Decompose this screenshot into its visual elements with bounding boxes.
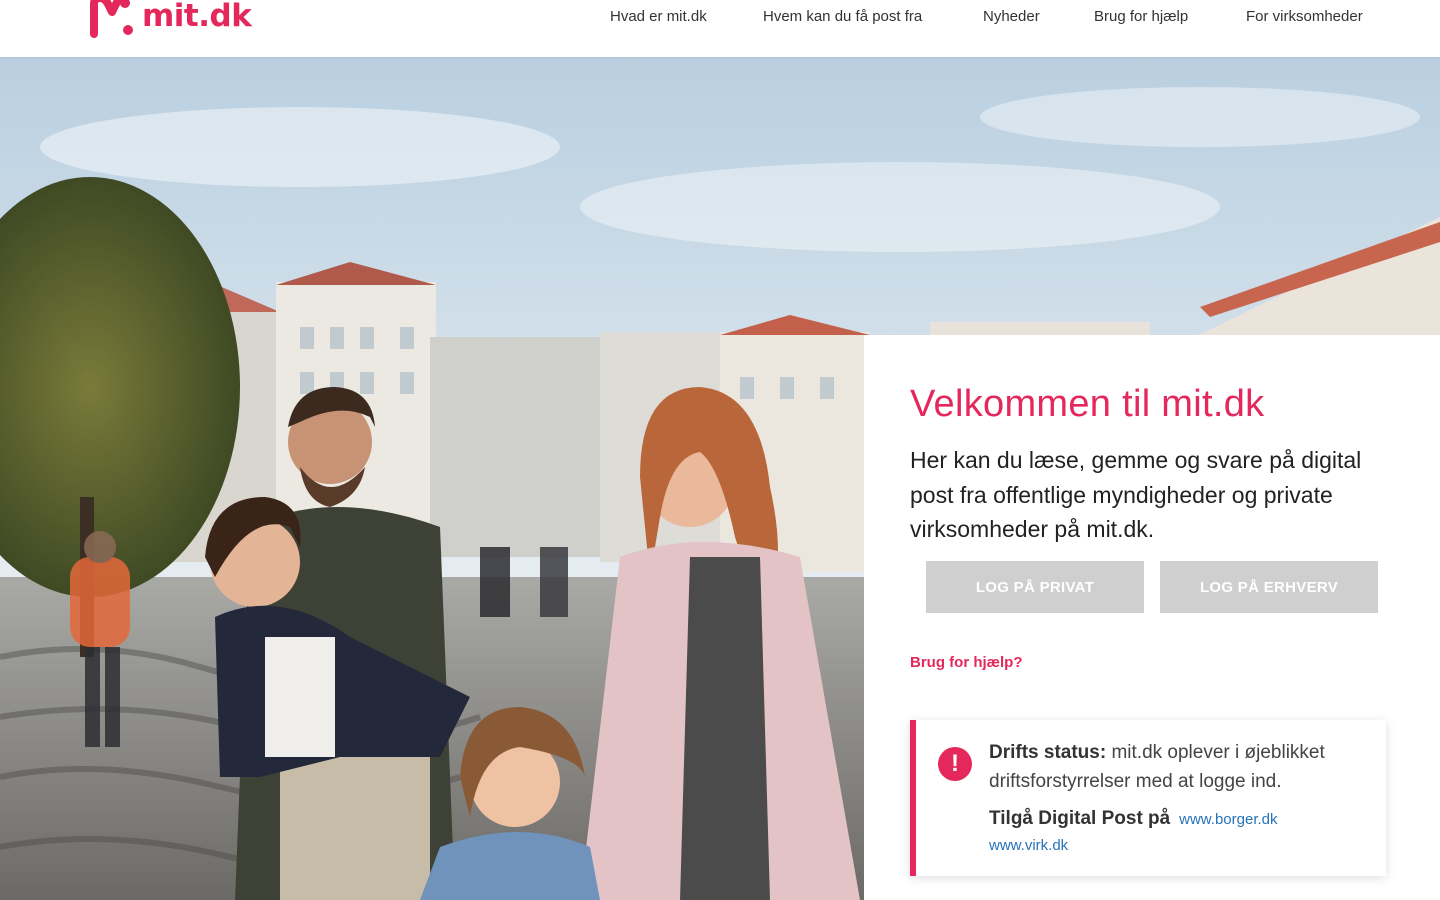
borger-dk-link[interactable]: www.borger.dk (1179, 811, 1277, 828)
nav-item-brug-for-hjaelp[interactable]: Brug for hjælp (1094, 8, 1188, 25)
login-business-button[interactable]: LOG PÅ ERHVERV (1160, 561, 1378, 613)
welcome-card: Velkommen til mit.dk Her kan du læse, ge… (864, 335, 1440, 900)
status-message: Drifts status: mit.dk oplever i øjeblikk… (989, 738, 1359, 796)
help-link[interactable]: Brug for hjælp? (910, 654, 1023, 671)
nav-item-hvad-er-mit-dk[interactable]: Hvad er mit.dk (610, 8, 707, 25)
login-private-button[interactable]: LOG PÅ PRIVAT (926, 561, 1144, 613)
access-label: Tilgå Digital Post på (989, 808, 1171, 829)
main-nav: Hvad er mit.dk Hvem kan du få post fra N… (0, 8, 1440, 28)
nav-item-hvem-kan-du-faa-post-fra[interactable]: Hvem kan du få post fra (763, 8, 922, 25)
welcome-text: Her kan du læse, gemme og svare på digit… (910, 447, 1362, 542)
welcome-title: Velkommen til mit.dk (910, 383, 1265, 425)
nav-item-nyheder[interactable]: Nyheder (983, 8, 1040, 25)
nav-item-for-virksomheder[interactable]: For virksomheder (1246, 8, 1363, 25)
digital-post-access: Tilgå Digital Post på www.borger.dk www.… (989, 806, 1369, 859)
virk-dk-link[interactable]: www.virk.dk (989, 837, 1068, 854)
site-header: mit.dk Hvad er mit.dk Hvem kan du få pos… (0, 0, 1440, 57)
status-label: Drifts status: (989, 742, 1107, 763)
exclamation-icon: ! (938, 747, 972, 781)
operating-status-alert: ! Drifts status: mit.dk oplever i øjebli… (910, 720, 1386, 876)
